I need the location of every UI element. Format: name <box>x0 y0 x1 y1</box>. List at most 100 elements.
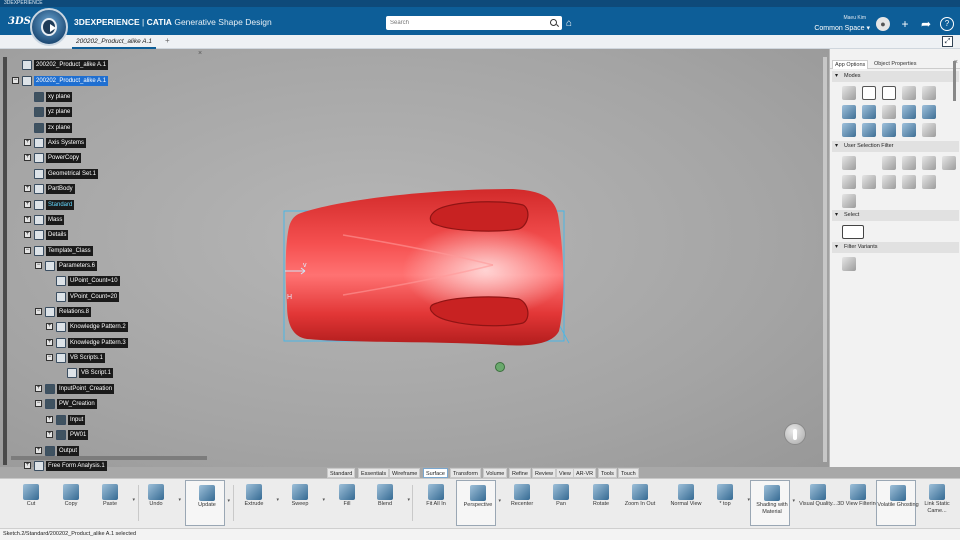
visual-quality-button[interactable]: Visual Quality... <box>797 480 837 526</box>
update-button[interactable]: Update ▾ <box>185 480 230 526</box>
fill-button[interactable]: Fill <box>326 480 366 526</box>
search-box[interactable] <box>386 16 562 30</box>
filter-icon[interactable] <box>842 194 856 208</box>
dropdown-icon[interactable]: ▾ <box>407 497 410 503</box>
section-filter-variants[interactable]: Filter Variants <box>832 242 959 253</box>
tab-section[interactable]: Volume <box>483 468 508 478</box>
filter-icon[interactable] <box>862 175 876 189</box>
robot-compass-icon[interactable] <box>495 362 505 372</box>
3d-view-filtering-button[interactable]: 3D View Filtering <box>837 480 879 526</box>
expand-icon[interactable]: + <box>24 201 31 208</box>
expand-icon[interactable]: + <box>46 323 53 330</box>
navigation-robot-icon[interactable] <box>784 423 806 445</box>
tab-document[interactable]: 200202_Product_alike A.1 <box>72 36 157 49</box>
mode-icon[interactable] <box>862 123 876 137</box>
section-select[interactable]: Select <box>832 210 959 221</box>
view-orientation-button[interactable]: * top ▾ <box>704 480 750 526</box>
collab-space-selector[interactable]: Common Space ▾ <box>780 24 870 32</box>
tag-icon[interactable]: ⌂ <box>566 18 572 29</box>
filter-variant-icon[interactable] <box>842 257 856 271</box>
mode-icon[interactable] <box>902 105 916 119</box>
tab-section[interactable]: Review <box>532 468 557 478</box>
tab-section[interactable]: Standard <box>327 468 356 478</box>
recenter-button[interactable]: Recenter <box>501 480 541 526</box>
tab-object-properties[interactable]: Object Properties <box>872 60 919 69</box>
tab-app-options[interactable]: App Options <box>832 60 869 69</box>
search-icon[interactable] <box>550 19 557 26</box>
normal-view-button[interactable]: Normal View <box>665 480 705 526</box>
paste-button[interactable]: Paste ▾ <box>89 480 135 526</box>
copy-button[interactable]: Copy <box>50 480 90 526</box>
filter-icon[interactable] <box>842 156 856 170</box>
extrude-button[interactable]: Extrude ▾ <box>233 480 279 526</box>
filter-icon[interactable] <box>842 175 856 189</box>
tree-close-icon[interactable]: × <box>198 50 202 57</box>
tab-section[interactable]: Transform <box>450 468 481 478</box>
perspective-button[interactable]: Perspective ▾ <box>456 480 501 526</box>
expand-icon[interactable]: + <box>24 185 31 192</box>
panel-scrollbar[interactable] <box>953 61 956 101</box>
dropdown-icon[interactable]: ▾ <box>178 497 181 503</box>
tab-section[interactable]: AR-VR <box>573 468 597 478</box>
volatile-ghosting-button[interactable]: Volatile Ghosting <box>876 480 919 526</box>
filter-icon[interactable] <box>922 156 936 170</box>
viewport-scrollbar[interactable] <box>823 57 827 462</box>
collapse-icon[interactable]: − <box>24 247 31 254</box>
pan-button[interactable]: Pan <box>540 480 580 526</box>
fullscreen-icon[interactable]: ⤢ <box>942 36 953 47</box>
filter-icon[interactable] <box>882 156 896 170</box>
avatar[interactable]: ● <box>876 17 890 31</box>
collapse-icon[interactable]: − <box>46 354 53 361</box>
mode-icon[interactable] <box>842 86 856 100</box>
mode-icon[interactable] <box>862 86 876 100</box>
dropdown-icon[interactable]: ▾ <box>227 498 230 504</box>
3d-part-model[interactable]: v H <box>283 185 570 350</box>
compass-icon[interactable] <box>30 8 68 46</box>
filter-icon[interactable] <box>882 175 896 189</box>
filter-icon[interactable] <box>902 175 916 189</box>
expand-icon[interactable]: + <box>24 139 31 146</box>
undo-button[interactable]: Undo ▾ <box>135 480 181 526</box>
expand-icon[interactable]: + <box>35 385 42 392</box>
mode-icon[interactable] <box>922 105 936 119</box>
collapse-icon[interactable]: − <box>35 308 42 315</box>
collapse-icon[interactable]: − <box>12 77 19 84</box>
add-tab-button[interactable]: + <box>165 36 170 45</box>
cut-button[interactable]: Cut <box>10 480 50 526</box>
help-icon[interactable]: ? <box>940 17 954 31</box>
fit-all-in-button[interactable]: Fit All In <box>415 480 455 526</box>
tab-section[interactable]: Touch <box>618 468 639 478</box>
mode-icon[interactable] <box>902 86 916 100</box>
blend-button[interactable]: Blend ▾ <box>364 480 410 526</box>
collapse-icon[interactable]: − <box>35 262 42 269</box>
mode-icon[interactable] <box>882 86 896 100</box>
select-mode-icon[interactable] <box>842 225 864 239</box>
expand-icon[interactable]: + <box>24 462 31 469</box>
mode-icon[interactable] <box>882 105 896 119</box>
expand-icon[interactable]: + <box>35 447 42 454</box>
mode-icon[interactable] <box>862 105 876 119</box>
mode-icon[interactable] <box>922 123 936 137</box>
dropdown-icon[interactable]: ▾ <box>322 497 325 503</box>
mode-icon[interactable] <box>902 123 916 137</box>
expand-icon[interactable]: + <box>46 416 53 423</box>
tree-scrollbar[interactable] <box>3 57 7 465</box>
filter-icon[interactable] <box>942 156 956 170</box>
expand-icon[interactable]: + <box>24 216 31 223</box>
tab-section[interactable]: Refine <box>509 468 531 478</box>
expand-icon[interactable]: + <box>46 431 53 438</box>
section-modes[interactable]: Modes <box>832 71 959 82</box>
tab-section[interactable]: Essentials <box>358 468 390 478</box>
tab-section[interactable]: Surface <box>423 468 448 478</box>
shading-button[interactable]: Shading with Material ▾ <box>750 480 795 526</box>
mode-icon[interactable] <box>922 86 936 100</box>
expand-icon[interactable]: + <box>46 339 53 346</box>
mode-icon[interactable] <box>842 105 856 119</box>
filter-icon[interactable] <box>922 175 936 189</box>
tab-section[interactable]: Wireframe <box>389 468 421 478</box>
zoom-button[interactable]: Zoom In Out <box>619 480 659 526</box>
plus-icon[interactable]: + <box>898 17 912 31</box>
tab-section[interactable]: View <box>556 468 574 478</box>
filter-icon[interactable] <box>902 156 916 170</box>
section-user-selection-filter[interactable]: User Selection Filter <box>832 141 959 152</box>
